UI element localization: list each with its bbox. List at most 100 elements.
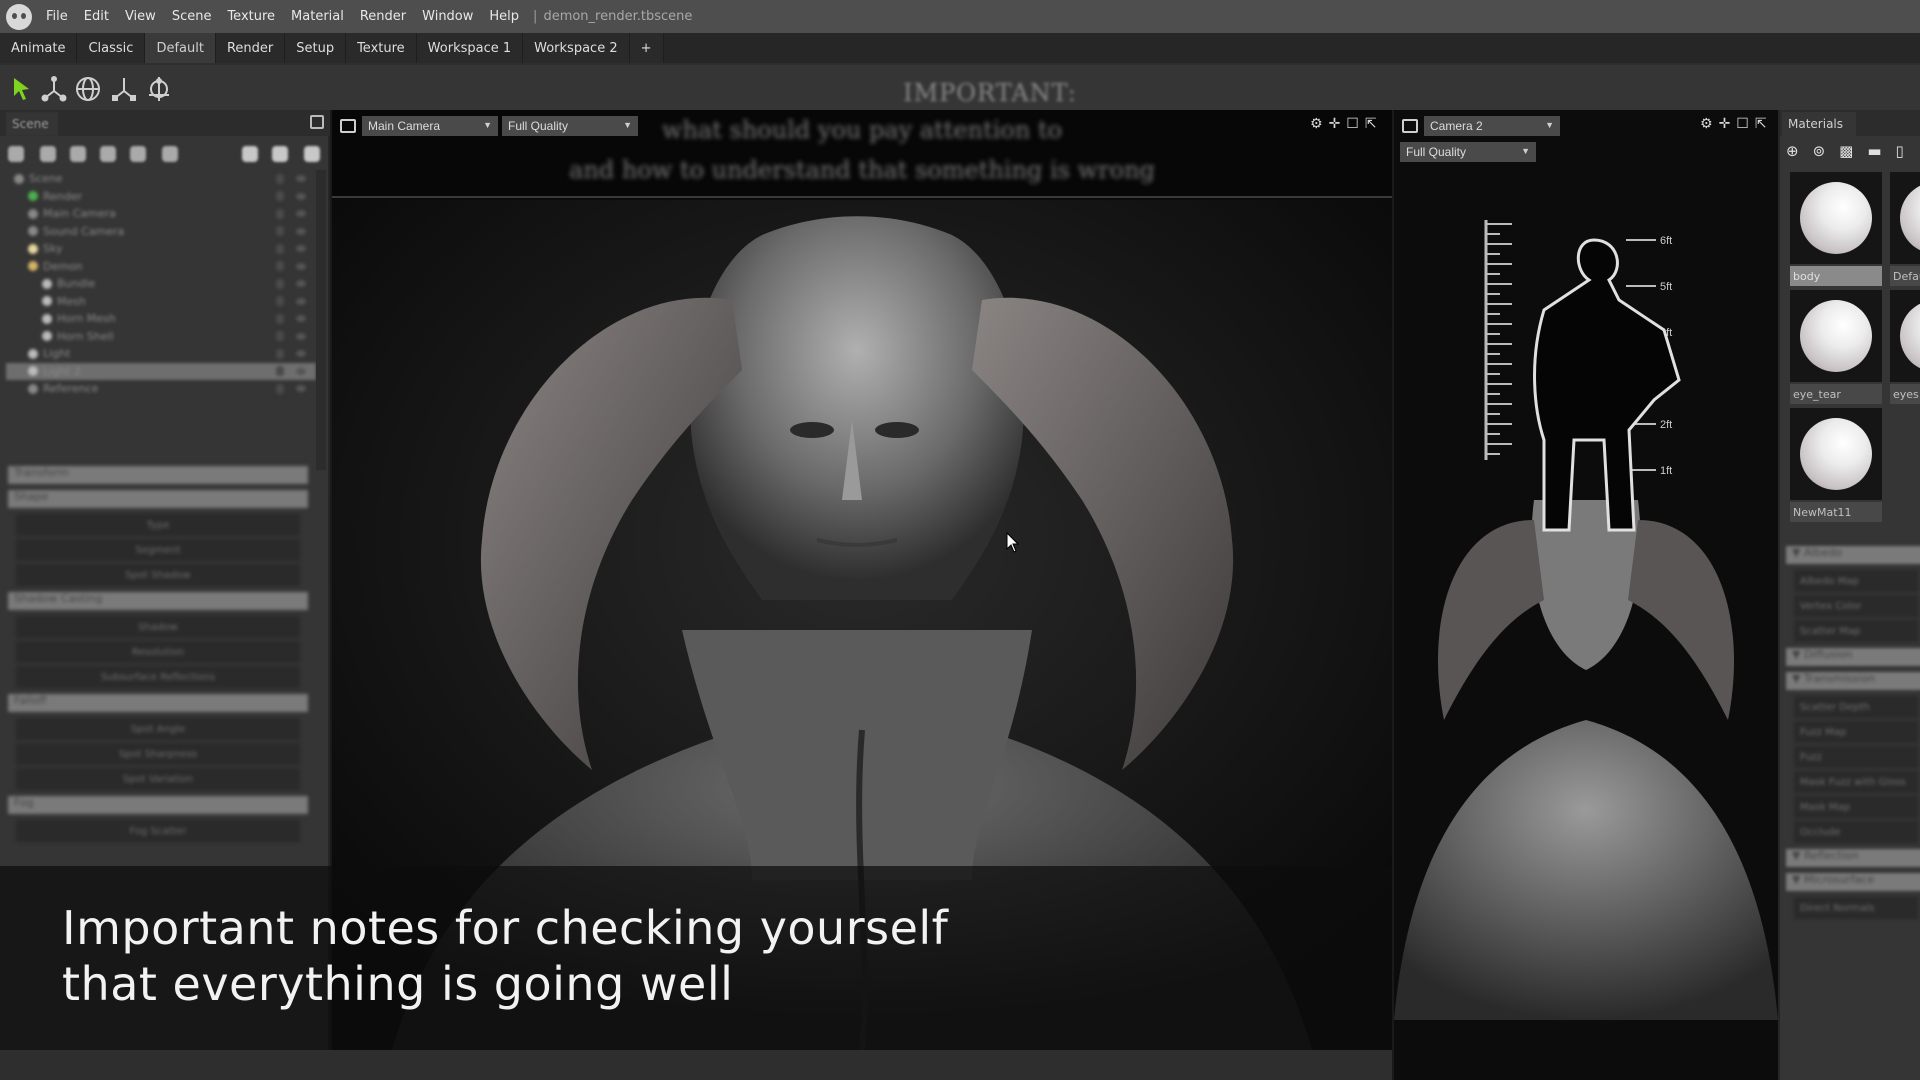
popout-icon[interactable]: ⇱ xyxy=(1365,116,1377,132)
camera-select[interactable]: Camera 2 ▼ xyxy=(1424,116,1560,136)
material-thumbnail[interactable] xyxy=(1790,290,1882,382)
add-workspace-button[interactable]: + xyxy=(629,33,664,63)
eye-icon[interactable] xyxy=(296,367,306,375)
material-thumbnail[interactable] xyxy=(1890,172,1920,264)
menu-texture[interactable]: Texture xyxy=(219,9,283,24)
scene-tab[interactable]: Scene xyxy=(6,112,58,136)
add-light-icon[interactable] xyxy=(40,146,56,162)
property-row[interactable]: Segment xyxy=(16,539,300,561)
property-row[interactable]: Subsurface Reflections xyxy=(16,666,300,688)
scene-tree-item[interactable]: Reference xyxy=(6,380,316,398)
popout-icon[interactable] xyxy=(310,115,324,129)
material-property-row[interactable]: Vertex Color xyxy=(1794,595,1918,617)
folder-icon[interactable] xyxy=(242,146,258,162)
add-camera-icon[interactable] xyxy=(100,146,116,162)
scene-tree-item[interactable]: Scene xyxy=(6,170,316,188)
popout-icon[interactable]: ⇱ xyxy=(1755,116,1767,132)
lock-icon[interactable] xyxy=(276,208,284,219)
eye-icon[interactable] xyxy=(296,227,306,235)
property-row[interactable]: Resolution xyxy=(16,641,300,663)
lock-icon[interactable] xyxy=(276,191,284,202)
folder-icon[interactable]: ▬ xyxy=(1867,142,1881,160)
add-mesh-icon[interactable] xyxy=(70,146,86,162)
scale-gizmo-icon[interactable] xyxy=(110,75,138,103)
gear-icon[interactable]: ⚙ xyxy=(1310,116,1323,132)
second-viewport[interactable]: Camera 2 ▼ Full Quality ▼ ⚙ ✛ ☐ ⇱ 6ft 5ft… xyxy=(1394,110,1778,1080)
rotate-gizmo-icon[interactable] xyxy=(74,75,102,103)
material-section-header[interactable]: ▼ Diffusion xyxy=(1786,648,1920,666)
menu-help[interactable]: Help xyxy=(481,9,527,24)
material-section-header[interactable]: ▼ Reflection xyxy=(1786,849,1920,867)
tab-workspace-1[interactable]: Workspace 1 xyxy=(416,33,524,63)
materials-tab[interactable]: Materials xyxy=(1782,112,1856,136)
scene-tree-item[interactable]: Horn Shell xyxy=(6,328,316,346)
eye-icon[interactable] xyxy=(296,350,306,358)
add-object-icon[interactable] xyxy=(8,146,24,162)
material-name[interactable]: body xyxy=(1790,266,1882,286)
property-section-header[interactable]: Shape xyxy=(8,490,308,508)
property-row[interactable]: Spot Variation xyxy=(16,768,300,790)
duplicate-icon[interactable] xyxy=(272,146,288,162)
eye-icon[interactable] xyxy=(296,245,306,253)
material-section-header[interactable]: ▼ Transmission xyxy=(1786,672,1920,690)
menu-material[interactable]: Material xyxy=(283,9,352,24)
eye-icon[interactable] xyxy=(296,297,306,305)
scene-tree-scrollbar[interactable] xyxy=(316,170,326,470)
material-section-header[interactable]: ▼ Microsurface xyxy=(1786,873,1920,891)
lock-icon[interactable] xyxy=(276,348,284,359)
camera-gizmo-icon[interactable] xyxy=(145,75,173,103)
lock-icon[interactable] xyxy=(276,173,284,184)
gear-icon[interactable]: ⚙ xyxy=(1700,116,1713,132)
material-thumbnail[interactable] xyxy=(1790,172,1882,264)
pan-icon[interactable]: ✛ xyxy=(1329,116,1341,132)
scene-tree-item[interactable]: Sky xyxy=(6,240,316,258)
eye-icon[interactable] xyxy=(296,262,306,270)
material-thumbnail[interactable] xyxy=(1790,408,1882,500)
material-property-row[interactable]: Fuzz Map xyxy=(1794,721,1918,743)
tab-animate[interactable]: Animate xyxy=(0,33,78,63)
lock-icon[interactable] xyxy=(276,261,284,272)
material-property-row[interactable]: Scatter Depth xyxy=(1794,696,1918,718)
lock-icon[interactable] xyxy=(276,366,284,377)
menu-render[interactable]: Render xyxy=(352,9,414,24)
eye-icon[interactable] xyxy=(296,280,306,288)
lock-icon[interactable] xyxy=(276,243,284,254)
eye-icon[interactable] xyxy=(296,175,306,183)
eye-icon[interactable] xyxy=(296,192,306,200)
property-row[interactable]: Spot Shadow xyxy=(16,564,300,586)
property-section-header[interactable]: Fog xyxy=(8,796,308,814)
eye-icon[interactable] xyxy=(296,210,306,218)
eye-icon[interactable] xyxy=(296,332,306,340)
scene-tree-item[interactable]: Demon xyxy=(6,258,316,276)
add-group-icon[interactable] xyxy=(130,146,146,162)
lock-icon[interactable] xyxy=(276,226,284,237)
scene-tree-item[interactable]: Main Camera xyxy=(6,205,316,223)
material-property-row[interactable]: Scatter Map xyxy=(1794,620,1918,642)
material-section-header[interactable]: ▼ Albedo xyxy=(1786,546,1920,564)
tab-setup[interactable]: Setup xyxy=(285,33,347,63)
maximize-icon[interactable]: ☐ xyxy=(1736,116,1749,132)
trash-icon[interactable] xyxy=(304,146,320,162)
menu-window[interactable]: Window xyxy=(414,9,481,24)
material-name[interactable]: NewMat11 xyxy=(1790,502,1882,522)
move-gizmo-icon[interactable] xyxy=(40,75,68,103)
add-shadow-catcher-icon[interactable] xyxy=(162,146,178,162)
property-row[interactable]: Type xyxy=(16,514,300,536)
scene-tree-item[interactable]: Light 2 xyxy=(6,362,316,380)
lock-icon[interactable] xyxy=(276,278,284,289)
material-property-row[interactable]: Direct Normals xyxy=(1794,897,1918,919)
material-property-row[interactable]: Mask Fuzz with Gloss xyxy=(1794,771,1918,793)
property-section-header[interactable]: Transform xyxy=(8,466,308,484)
quality-select[interactable]: Full Quality ▼ xyxy=(1400,142,1536,162)
menu-file[interactable]: File xyxy=(38,9,76,24)
menu-view[interactable]: View xyxy=(117,9,164,24)
scene-tree-item[interactable]: Mesh xyxy=(6,293,316,311)
material-thumbnail[interactable] xyxy=(1890,290,1920,382)
material-property-row[interactable]: Albedo Map xyxy=(1794,570,1918,592)
maximize-icon[interactable]: ☐ xyxy=(1346,116,1359,132)
scene-tree-item[interactable]: Bundle xyxy=(6,275,316,293)
menu-scene[interactable]: Scene xyxy=(164,9,220,24)
material-property-row[interactable]: Fuzz xyxy=(1794,746,1918,768)
menu-edit[interactable]: Edit xyxy=(76,9,117,24)
pan-icon[interactable]: ✛ xyxy=(1719,116,1731,132)
